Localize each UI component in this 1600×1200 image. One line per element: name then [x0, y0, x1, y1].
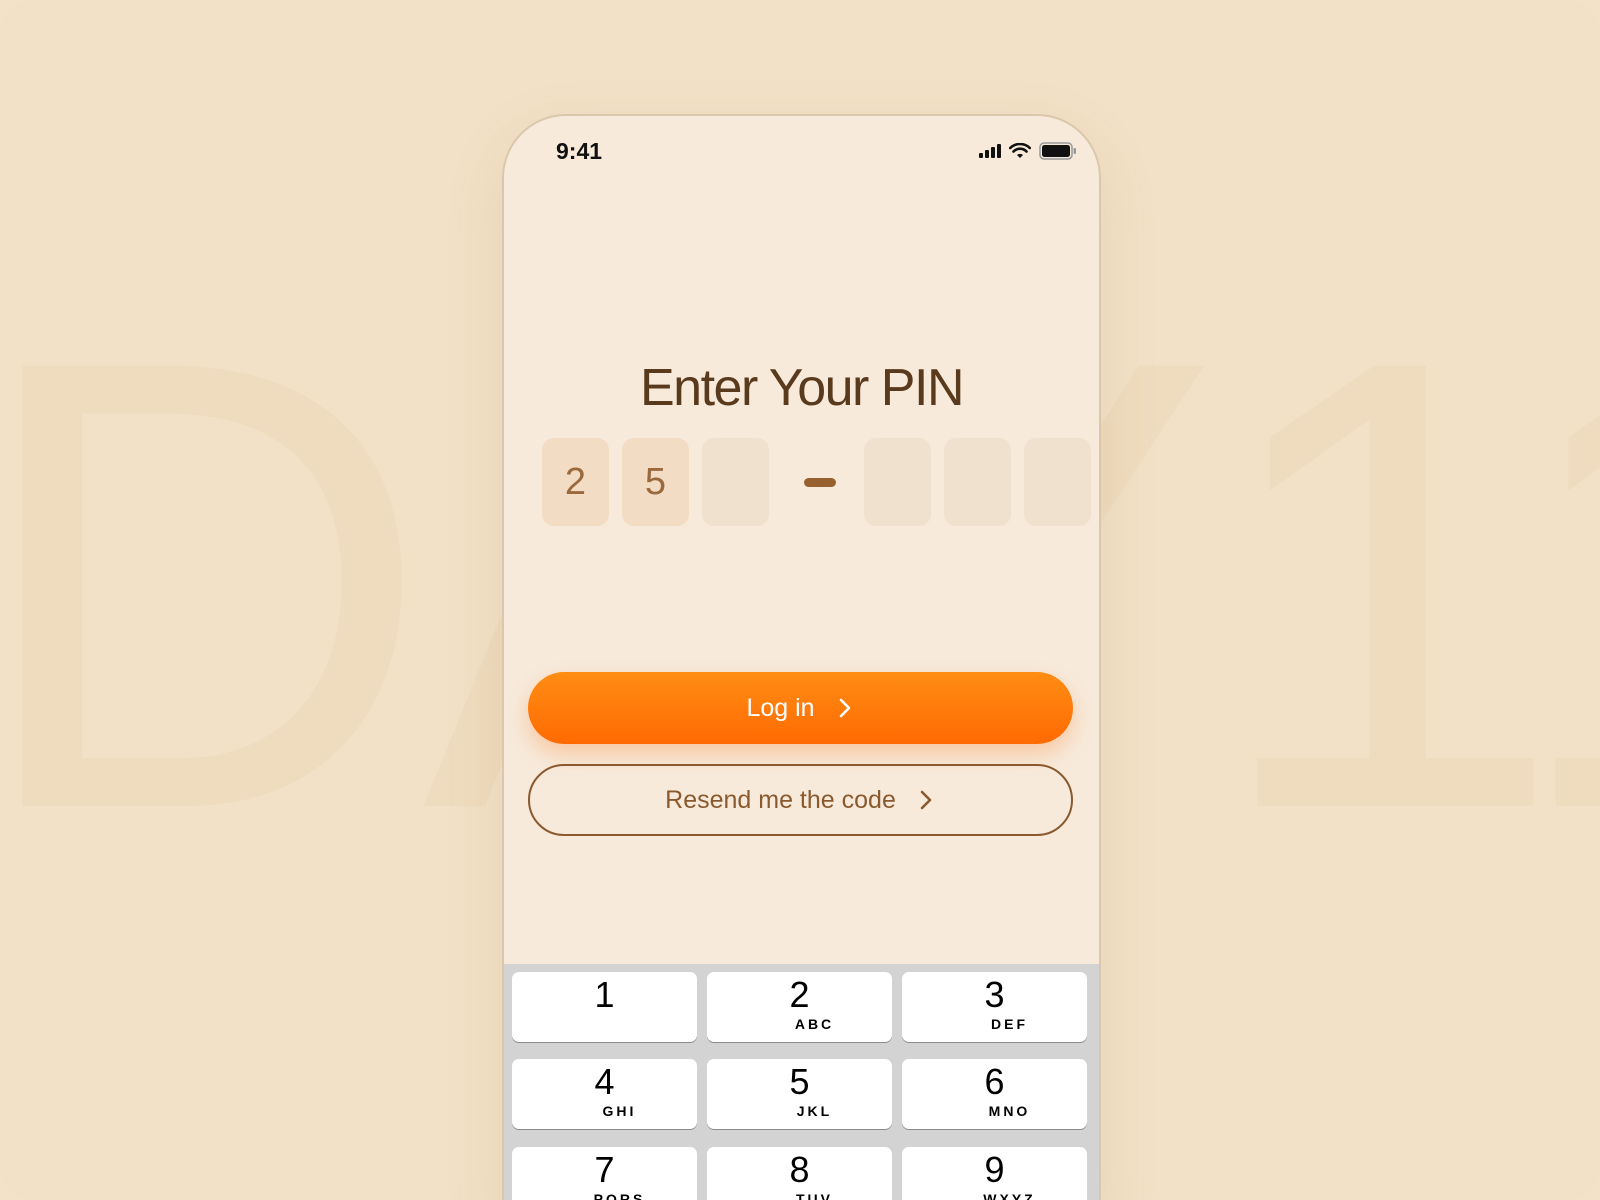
key-number: 8 [789, 1148, 810, 1190]
login-button[interactable]: Log in [528, 672, 1073, 744]
pin-digit-4[interactable] [864, 438, 931, 526]
key-letters: TUV [796, 1190, 833, 1200]
login-button-label: Log in [746, 693, 815, 722]
key-number: 9 [984, 1148, 1005, 1190]
key-3[interactable]: 3 DEF [902, 972, 1087, 1042]
status-time: 9:41 [556, 138, 603, 164]
status-icons [979, 142, 1077, 160]
key-letters: DEF [991, 1016, 1028, 1032]
key-number: 6 [984, 1061, 1005, 1103]
key-letters: JKL [796, 1103, 833, 1120]
key-number: 7 [594, 1148, 615, 1190]
key-number: 3 [984, 974, 1005, 1015]
pin-input[interactable]: 2 5 [542, 438, 1099, 526]
key-5[interactable]: 5 JKL [707, 1059, 892, 1130]
key-number: 2 [789, 974, 810, 1015]
key-letters: PQRS [593, 1190, 646, 1200]
canvas: DAY11 9:41 [0, 0, 1600, 1200]
numeric-keypad: 1 2 ABC 3 DEF 4 GHI 5 JKL 6 MNO 7 PQRS 8 TUV 9W… [504, 964, 1099, 1200]
pin-digit-2[interactable]: 5 [622, 438, 689, 526]
page-title: Enter Your PIN [640, 359, 965, 417]
key-letters: GHI [602, 1103, 637, 1120]
key-1[interactable]: 1 [512, 972, 697, 1042]
battery-icon [1039, 142, 1076, 160]
key-6[interactable]: 6 MNO [902, 1059, 1087, 1130]
pin-digit-5[interactable] [944, 438, 1011, 526]
key-letters: ABC [794, 1016, 835, 1032]
chevron-right-icon [920, 790, 932, 810]
key-number: 5 [789, 1061, 810, 1103]
key-8[interactable]: 8 TUV [707, 1146, 892, 1200]
resend-code-button[interactable]: Resend me the code [528, 764, 1073, 836]
pin-digit-1[interactable]: 2 [542, 438, 609, 526]
phone-frame: 9:41 Enter Your PIN 2 5 Log in Resend me… [502, 114, 1101, 1200]
key-letters: WXYZ [983, 1190, 1036, 1200]
key-2[interactable]: 2 ABC [707, 972, 892, 1042]
signal-icon [979, 144, 1001, 158]
resend-button-label: Resend me the code [665, 785, 896, 814]
key-number: 1 [594, 974, 615, 1015]
key-7[interactable]: 7 PQRS [512, 1146, 697, 1200]
wifi-icon [1009, 143, 1031, 158]
pin-digit-6[interactable] [1024, 438, 1091, 526]
key-9[interactable]: 9 WXYZ [902, 1146, 1087, 1200]
status-bar: 9:41 [504, 116, 1099, 186]
chevron-right-icon [839, 698, 850, 718]
pin-digit-3[interactable] [702, 438, 769, 526]
key-letters: MNO [988, 1103, 1031, 1120]
pin-separator [804, 477, 836, 487]
key-4[interactable]: 4 GHI [512, 1059, 697, 1130]
key-number: 4 [594, 1061, 615, 1103]
